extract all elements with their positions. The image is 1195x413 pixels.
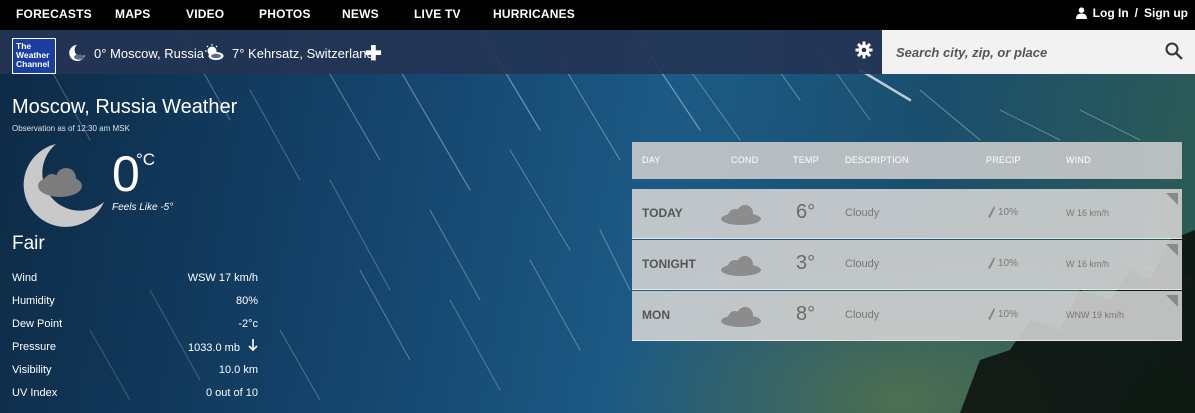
nav-maps[interactable]: MAPS <box>115 7 150 21</box>
forecast-day: TONIGHT <box>642 257 696 271</box>
column-header-description: DESCRIPTION <box>845 155 909 165</box>
forecast-precip: 10% <box>987 206 1018 218</box>
detail-row-wind: Wind WSW 17 km/h <box>12 266 258 289</box>
detail-row-visibility: Visibility 10.0 km <box>12 358 258 381</box>
detail-label: Pressure <box>12 340 57 353</box>
auth-links: Log In / Sign up <box>1075 6 1188 20</box>
column-header-cond: COND <box>731 155 759 165</box>
search-input[interactable] <box>894 40 1158 64</box>
forecast-row-tonight[interactable]: TONIGHT 3° Cloudy 10% W 16 km/h <box>632 240 1182 290</box>
detail-value: 1033.0 mb <box>187 342 240 354</box>
expand-corner-icon[interactable] <box>1166 295 1178 307</box>
raindrop-icon <box>988 206 995 218</box>
detail-label: Visibility <box>12 363 52 376</box>
feels-like: Feels Like -5° <box>112 202 174 213</box>
detail-value: 80% <box>235 294 258 307</box>
page-title: Moscow, Russia Weather <box>12 96 238 118</box>
forecast-description: Cloudy <box>845 207 880 219</box>
forecast-precip: 10% <box>987 308 1018 320</box>
forecast-table-header: DAY COND TEMP DESCRIPTION PRECIP WIND <box>632 142 1182 179</box>
detail-row-humidity: Humidity 80% <box>12 289 258 312</box>
detail-row-pressure: Pressure 1033.0 mb <box>12 335 258 358</box>
detail-value: -2°c <box>238 317 258 330</box>
weather-channel-logo[interactable]: The Weather Channel <box>12 38 56 74</box>
forecast-wind: WNW 19 km/h <box>1066 310 1125 320</box>
pressure-falling-arrow-icon <box>248 339 258 351</box>
raindrop-icon <box>988 257 995 269</box>
column-header-day: DAY <box>642 155 661 165</box>
raindrop-icon <box>988 308 995 320</box>
forecast-description: Cloudy <box>845 309 880 321</box>
top-navigation: FORECASTS MAPS VIDEO PHOTOS NEWS LIVE TV… <box>0 0 1195 30</box>
forecast-temperature: 3° <box>796 252 816 274</box>
nav-video[interactable]: VIDEO <box>186 7 224 21</box>
column-header-precip: PRECIP <box>986 155 1021 165</box>
user-icon <box>1075 7 1087 19</box>
precip-value: 10% <box>998 206 1019 218</box>
detail-label: Humidity <box>12 294 55 307</box>
temperature-unit: °C <box>136 150 156 169</box>
precip-value: 10% <box>998 257 1019 269</box>
forecast-row-today[interactable]: TODAY 6° Cloudy 10% W 16 km/h <box>632 189 1182 239</box>
current-condition: Fair <box>12 233 45 254</box>
nav-news[interactable]: NEWS <box>342 7 379 21</box>
recent-location-moscow[interactable]: 0° Moscow, Russia <box>68 44 204 62</box>
column-header-temp: TEMP <box>793 155 819 165</box>
forecast-wind: W 16 km/h <box>1066 259 1110 269</box>
search-icon[interactable] <box>1165 42 1183 60</box>
sun-cloud-icon <box>205 44 224 60</box>
location-bar: The Weather Channel 0° Moscow, Russia 7°… <box>0 30 882 74</box>
logo-line-3: Channel <box>16 59 50 69</box>
detail-value: 0 out of 10 <box>206 386 258 399</box>
forecast-day: MON <box>642 308 670 322</box>
forecast-temperature: 6° <box>796 201 816 223</box>
conditions-details: Wind WSW 17 km/h Humidity 80% Dew Point … <box>12 266 258 404</box>
detail-label: Dew Point <box>12 317 63 330</box>
login-link[interactable]: Log In <box>1093 6 1129 20</box>
forecast-description: Cloudy <box>845 258 880 270</box>
recent-location-label: 7° Kehrsatz, Switzerland <box>232 45 374 61</box>
detail-value: 10.0 km <box>218 363 258 376</box>
gear-icon[interactable] <box>855 41 873 59</box>
detail-value-wrap: 1033.0 mb <box>188 339 258 354</box>
expand-corner-icon[interactable] <box>1166 193 1178 205</box>
nav-photos[interactable]: PHOTOS <box>259 7 311 21</box>
forecast-row-mon[interactable]: MON 8° Cloudy 10% WNW 19 km/h <box>632 291 1182 341</box>
detail-value: WSW 17 km/h <box>187 271 258 284</box>
add-location-icon[interactable]: ✚ <box>365 41 382 66</box>
forecast-precip: 10% <box>987 257 1018 269</box>
recent-location-kehrsatz[interactable]: 7° Kehrsatz, Switzerland <box>204 44 374 62</box>
recent-location-label: 0° Moscow, Russia <box>94 45 204 61</box>
nav-hurricanes[interactable]: HURRICANES <box>493 7 575 21</box>
expand-corner-icon[interactable] <box>1166 244 1178 256</box>
cloud-icon <box>721 256 761 276</box>
forecast-day: TODAY <box>642 206 683 220</box>
cloud-icon <box>721 205 761 225</box>
precip-value: 10% <box>998 308 1019 320</box>
column-header-wind: WIND <box>1066 155 1091 165</box>
forecast-wind: W 16 km/h <box>1066 208 1110 218</box>
signup-link[interactable]: Sign up <box>1144 6 1188 20</box>
detail-row-dew-point: Dew Point -2°c <box>12 312 258 335</box>
search-box <box>882 30 1195 74</box>
nav-live-tv[interactable]: LIVE TV <box>414 7 461 21</box>
moon-cloud-icon <box>23 144 105 227</box>
cloud-icon <box>721 307 761 327</box>
forecast-temperature: 8° <box>796 303 816 325</box>
auth-separator: / <box>1134 6 1138 20</box>
detail-label: Wind <box>12 271 38 284</box>
detail-row-uv-index: UV Index 0 out of 10 <box>12 381 258 404</box>
detail-label: UV Index <box>12 386 58 399</box>
moon-cloud-icon <box>69 45 85 61</box>
observation-time: Observation as of 12:30 am MSK <box>12 124 130 133</box>
nav-forecasts[interactable]: FORECASTS <box>16 7 92 21</box>
